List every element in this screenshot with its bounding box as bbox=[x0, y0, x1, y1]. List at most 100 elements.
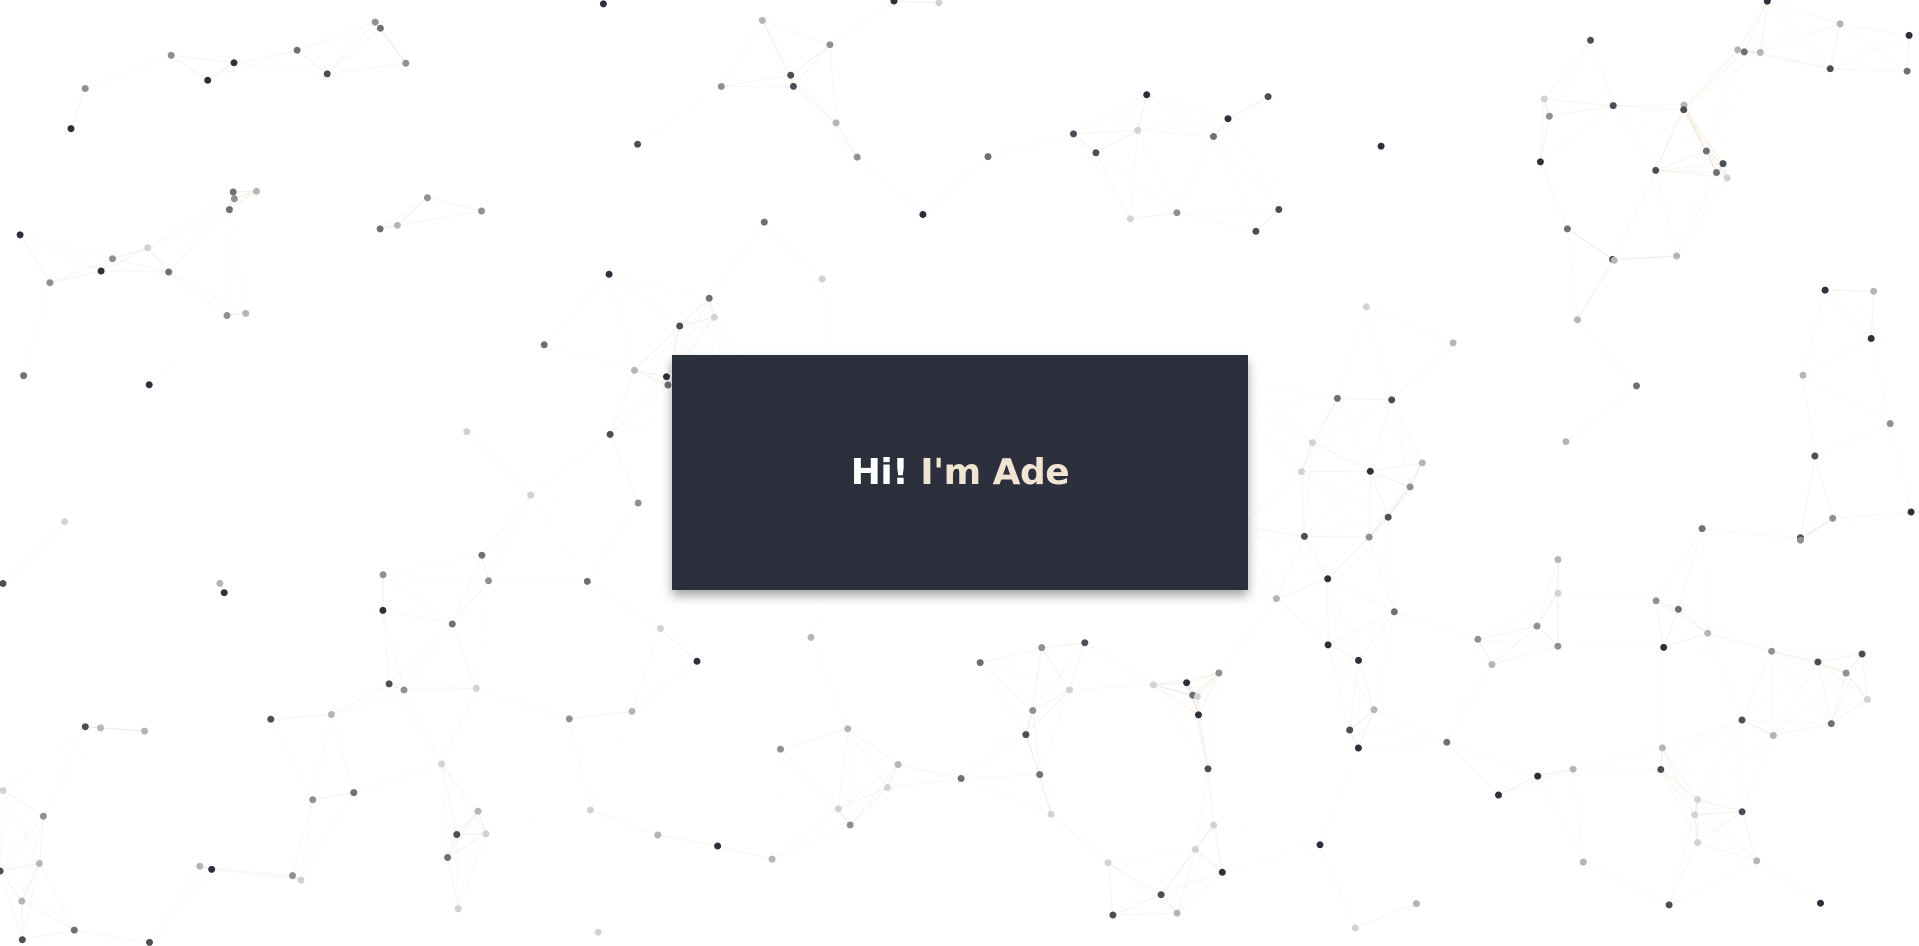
network-link bbox=[887, 778, 962, 788]
network-link bbox=[300, 799, 314, 881]
network-link bbox=[631, 660, 698, 712]
network-node bbox=[289, 872, 296, 880]
network-link bbox=[331, 689, 405, 715]
network-link bbox=[1539, 161, 1568, 230]
network-node bbox=[606, 430, 614, 438]
network-link bbox=[456, 833, 487, 835]
network-node bbox=[293, 46, 301, 54]
network-link bbox=[1549, 116, 1655, 170]
network-node bbox=[890, 0, 898, 5]
network-link bbox=[1358, 741, 1447, 749]
network-node bbox=[984, 153, 992, 161]
network-link bbox=[1829, 23, 1841, 69]
network-node bbox=[97, 724, 104, 732]
network-link bbox=[1176, 871, 1223, 914]
network-link bbox=[234, 199, 245, 314]
network-link bbox=[481, 554, 588, 582]
network-node bbox=[424, 194, 431, 202]
network-link bbox=[1069, 642, 1086, 691]
network-link bbox=[0, 870, 75, 931]
network-node bbox=[1740, 48, 1748, 56]
network-link bbox=[1146, 94, 1214, 137]
network-link bbox=[270, 718, 355, 793]
network-node bbox=[478, 207, 485, 215]
network-link bbox=[714, 279, 822, 317]
network-link bbox=[297, 49, 406, 64]
network-node bbox=[883, 784, 891, 791]
network-link bbox=[1491, 645, 1559, 666]
network-node bbox=[656, 625, 664, 632]
network-link bbox=[1741, 719, 1774, 736]
network-node bbox=[1563, 225, 1571, 233]
network-link bbox=[837, 728, 849, 809]
network-link bbox=[1660, 769, 1698, 800]
network-node bbox=[1047, 810, 1055, 818]
network-node bbox=[1826, 65, 1834, 73]
network-node bbox=[1443, 738, 1451, 746]
network-node bbox=[1811, 452, 1819, 460]
network-node bbox=[1149, 681, 1157, 689]
network-link bbox=[1802, 338, 1872, 376]
network-node bbox=[1674, 605, 1682, 613]
network-link bbox=[1227, 96, 1269, 120]
network-link bbox=[1760, 51, 1831, 70]
network-node bbox=[1126, 215, 1134, 223]
network-link bbox=[1355, 903, 1417, 929]
network-node bbox=[1540, 95, 1548, 103]
network-link bbox=[1176, 136, 1214, 213]
network-link bbox=[1095, 152, 1131, 220]
network-link bbox=[233, 62, 328, 75]
network-link bbox=[856, 156, 924, 215]
network-link bbox=[1446, 741, 1499, 796]
network-link bbox=[168, 198, 235, 273]
network-link bbox=[530, 494, 588, 582]
network-link bbox=[1213, 824, 1321, 846]
network-node bbox=[1698, 525, 1706, 533]
network-link bbox=[1039, 774, 1109, 864]
network-link bbox=[0, 790, 4, 872]
network-link bbox=[1683, 49, 1739, 111]
network-link bbox=[1772, 672, 1847, 736]
network-link bbox=[1337, 398, 1423, 464]
network-link bbox=[793, 86, 858, 158]
network-node bbox=[1609, 102, 1617, 110]
network-node bbox=[1316, 841, 1324, 849]
network-link bbox=[1050, 813, 1109, 864]
network-node bbox=[1218, 868, 1226, 876]
network-link bbox=[456, 834, 459, 909]
network-node bbox=[253, 187, 260, 195]
network-node bbox=[1038, 644, 1046, 652]
network-link bbox=[1498, 768, 1574, 796]
network-link bbox=[543, 273, 610, 346]
network-link bbox=[1705, 49, 1739, 152]
network-link bbox=[1146, 94, 1229, 120]
network-link bbox=[1192, 672, 1220, 696]
network-node bbox=[1719, 160, 1727, 168]
network-node bbox=[676, 322, 684, 330]
network-link bbox=[709, 279, 822, 298]
network-node bbox=[485, 577, 492, 585]
network-link bbox=[849, 787, 888, 826]
network-link bbox=[822, 215, 923, 280]
network-node bbox=[1768, 647, 1776, 655]
network-node bbox=[1652, 166, 1660, 174]
network-link bbox=[1760, 23, 1841, 53]
network-link bbox=[1373, 611, 1395, 710]
network-link bbox=[149, 272, 169, 385]
network-link bbox=[2, 521, 66, 584]
network-node bbox=[145, 381, 153, 389]
network-link bbox=[637, 86, 722, 145]
network-link bbox=[1537, 775, 1584, 863]
network-link bbox=[1107, 862, 1114, 916]
network-node bbox=[242, 309, 250, 317]
network-node bbox=[371, 18, 379, 26]
network-link bbox=[1661, 747, 1698, 800]
network-link bbox=[70, 88, 86, 129]
network-node bbox=[229, 188, 237, 196]
network-node bbox=[599, 0, 607, 8]
network-link bbox=[331, 610, 383, 714]
network-link bbox=[1591, 40, 1685, 105]
network-node bbox=[1554, 556, 1562, 564]
network-node bbox=[1704, 629, 1712, 637]
network-node bbox=[230, 195, 238, 203]
